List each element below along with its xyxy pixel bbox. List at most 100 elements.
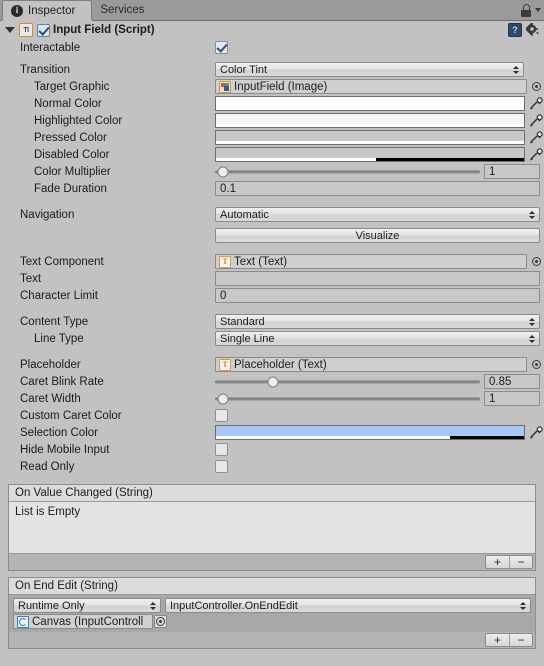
hide-mobile-input-checkbox[interactable] xyxy=(215,443,228,456)
remove-button[interactable]: − xyxy=(509,634,532,646)
read-only-checkbox[interactable] xyxy=(215,460,228,473)
caret-width-value[interactable]: 1 xyxy=(484,391,540,406)
event-on-end-edit-rows: Runtime Only InputController.OnEndEdit C… xyxy=(9,595,535,632)
row-text-component: Text Component T Text (Text) xyxy=(0,253,544,270)
placeholder-picker-icon[interactable] xyxy=(530,358,543,371)
normal-color-eyedropper-icon[interactable] xyxy=(528,96,544,111)
component-enabled-checkbox[interactable] xyxy=(37,23,50,37)
event-on-end-edit-addremove[interactable]: + − xyxy=(485,633,533,647)
row-character-limit: Character Limit 0 xyxy=(0,287,544,304)
label-placeholder: Placeholder xyxy=(20,358,81,371)
component-header[interactable]: TI Input Field (Script) ? xyxy=(0,21,544,39)
component-header-buttons: ? xyxy=(508,21,540,37)
row-selection-color: Selection Color xyxy=(0,424,544,441)
inspector-info-icon: i xyxy=(11,4,23,17)
updown-arrows-icon xyxy=(529,334,535,344)
placeholder-object-field[interactable]: T Placeholder (Text) xyxy=(215,357,527,372)
target-graphic-object-field[interactable]: InputField (Image) xyxy=(215,79,527,94)
updown-arrows-icon xyxy=(520,601,526,611)
help-book-icon[interactable]: ? xyxy=(508,23,522,37)
call-state-value: Runtime Only xyxy=(18,599,85,612)
highlighted-color-eyedropper-icon[interactable] xyxy=(528,113,544,128)
pressed-color-eyedropper-icon[interactable] xyxy=(528,130,544,145)
row-transition: Transition Color Tint xyxy=(0,61,544,78)
pressed-color-field[interactable] xyxy=(215,130,525,145)
gear-icon[interactable] xyxy=(524,21,540,37)
color-multiplier-slider[interactable] xyxy=(215,164,480,179)
row-placeholder: Placeholder T Placeholder (Text) xyxy=(0,356,544,373)
lock-icon[interactable] xyxy=(521,4,532,17)
caret-blink-rate-value[interactable]: 0.85 xyxy=(484,374,540,389)
highlighted-color-field[interactable] xyxy=(215,113,525,128)
text-component-object-field[interactable]: T Text (Text) xyxy=(215,254,527,269)
script-icon: TI xyxy=(19,23,33,37)
label-disabled-color: Disabled Color xyxy=(34,148,110,161)
event-target-picker-icon[interactable] xyxy=(154,615,167,628)
transition-dropdown[interactable]: Color Tint xyxy=(215,62,524,77)
character-limit-input[interactable]: 0 xyxy=(215,288,540,303)
custom-caret-color-checkbox[interactable] xyxy=(215,409,228,422)
label-selection-color: Selection Color xyxy=(20,426,98,439)
foldout-arrow-icon[interactable] xyxy=(5,27,15,33)
disabled-color-field[interactable] xyxy=(215,147,525,162)
label-navigation: Navigation xyxy=(20,208,75,221)
row-visualize: Visualize xyxy=(0,227,544,244)
text-icon: T xyxy=(219,255,231,268)
tab-inspector[interactable]: i Inspector xyxy=(2,0,93,20)
text-input[interactable] xyxy=(215,271,540,286)
caret-blink-rate-slider[interactable] xyxy=(215,374,480,389)
event-on-value-changed-title[interactable]: On Value Changed (String) xyxy=(9,485,535,502)
image-icon xyxy=(219,80,231,93)
selection-color-eyedropper-icon[interactable] xyxy=(528,425,544,440)
text-component-value: Text (Text) xyxy=(234,255,288,268)
disabled-color-eyedropper-icon[interactable] xyxy=(528,147,544,162)
row-color-multiplier: Color Multiplier 1 xyxy=(0,163,544,180)
label-fade-duration: Fade Duration xyxy=(34,182,107,195)
add-button[interactable]: + xyxy=(486,556,509,568)
label-hide-mobile-input: Hide Mobile Input xyxy=(20,443,110,456)
line-type-dropdown[interactable]: Single Line xyxy=(215,331,540,346)
text-component-picker-icon[interactable] xyxy=(530,255,543,268)
add-button[interactable]: + xyxy=(486,634,509,646)
event-on-end-edit-title[interactable]: On End Edit (String) xyxy=(9,578,535,595)
navigation-dropdown[interactable]: Automatic xyxy=(215,207,540,222)
row-caret-width: Caret Width 1 xyxy=(0,390,544,407)
interactable-checkbox[interactable] xyxy=(215,41,228,54)
updown-arrows-icon xyxy=(529,210,535,220)
text-icon: T xyxy=(219,358,231,371)
event-row-object: Canvas (InputControll xyxy=(13,614,531,629)
row-read-only: Read Only xyxy=(0,458,544,475)
event-on-value-changed-addremove[interactable]: + − xyxy=(485,555,533,569)
label-content-type: Content Type xyxy=(20,315,89,328)
tab-services[interactable]: Services xyxy=(92,0,156,20)
function-dropdown[interactable]: InputController.OnEndEdit xyxy=(165,598,531,613)
fade-duration-input[interactable]: 0.1 xyxy=(215,181,540,196)
call-state-dropdown[interactable]: Runtime Only xyxy=(13,598,161,613)
event-on-end-edit: On End Edit (String) Runtime Only InputC… xyxy=(8,577,536,649)
chevron-down-icon[interactable] xyxy=(535,8,541,12)
target-graphic-picker-icon[interactable] xyxy=(530,80,543,93)
normal-color-field[interactable] xyxy=(215,96,525,111)
label-custom-caret-color: Custom Caret Color xyxy=(20,409,122,422)
row-navigation: Navigation Automatic xyxy=(0,206,544,223)
event-on-value-changed-footer: + − xyxy=(9,554,535,570)
caret-width-slider[interactable] xyxy=(215,391,480,406)
row-pressed-color: Pressed Color xyxy=(0,129,544,146)
selection-color-field[interactable] xyxy=(215,425,525,440)
event-target-object-field[interactable]: Canvas (InputControll xyxy=(13,614,153,629)
row-target-graphic: Target Graphic InputField (Image) xyxy=(0,78,544,95)
row-fade-duration: Fade Duration 0.1 xyxy=(0,180,544,197)
row-content-type: Content Type Standard xyxy=(0,313,544,330)
row-text: Text xyxy=(0,270,544,287)
label-normal-color: Normal Color xyxy=(34,97,102,110)
row-line-type: Line Type Single Line xyxy=(0,330,544,347)
content-type-dropdown[interactable]: Standard xyxy=(215,314,540,329)
visualize-button[interactable]: Visualize xyxy=(215,228,540,243)
label-highlighted-color: Highlighted Color xyxy=(34,114,123,127)
color-multiplier-value[interactable]: 1 xyxy=(484,164,540,179)
label-caret-blink-rate: Caret Blink Rate xyxy=(20,375,104,388)
updown-arrows-icon xyxy=(529,317,535,327)
remove-button[interactable]: − xyxy=(509,556,532,568)
label-text-component: Text Component xyxy=(20,255,104,268)
updown-arrows-icon xyxy=(150,601,156,611)
